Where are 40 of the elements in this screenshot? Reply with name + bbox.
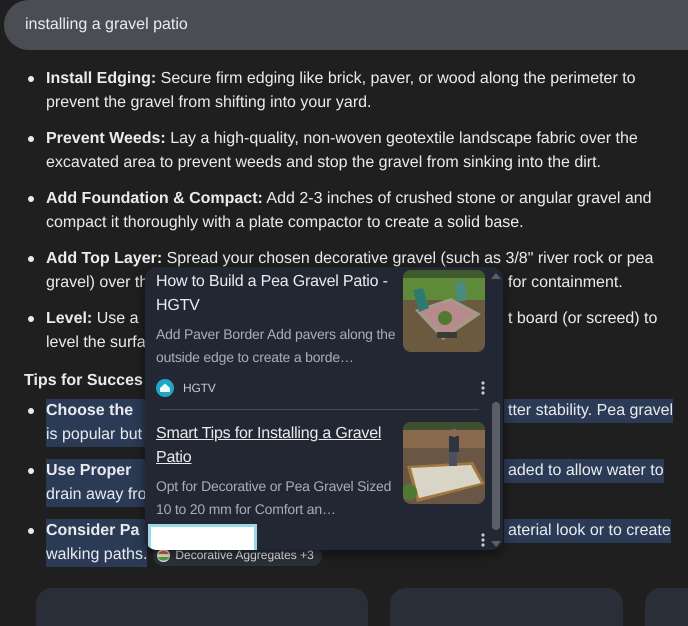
- result-snippet: Add Paver Border Add pavers along the outside edge to create a borde…: [156, 325, 396, 367]
- search-field[interactable]: installing a gravel patio: [4, 0, 688, 50]
- source-name: HGTV: [183, 381, 217, 395]
- bullet-point: [28, 256, 34, 262]
- scroll-up-icon[interactable]: [491, 273, 501, 279]
- scrollbar-thumb[interactable]: [492, 402, 500, 530]
- result-title-link[interactable]: Smart Tips for Installing a Gravel Patio: [156, 422, 397, 470]
- bullet-point: [28, 196, 34, 202]
- list-text: Level: Use a: [46, 309, 140, 329]
- list-text: Use Proper: [46, 459, 145, 483]
- list-text: tter stability. Pea gravel: [504, 399, 674, 423]
- list-text: Consider Pa: [46, 519, 145, 543]
- result-title-link[interactable]: How to Build a Pea Gravel Patio - HGTV: [156, 270, 397, 318]
- list-text: Add Foundation & Compact: Add 2-3 inches of crushed stone or angular gravel and: [46, 189, 652, 209]
- bullet-point: [28, 468, 34, 474]
- bullet-point: [28, 528, 34, 534]
- list-text: aterial look or to create: [504, 519, 671, 543]
- list-text: prevent the gravel from shifting into your yard.: [46, 93, 372, 113]
- list-text: Choose the: [46, 399, 145, 423]
- bullet-point: [28, 136, 34, 142]
- list-text: level the surfa: [46, 333, 145, 353]
- bullet-point: [28, 316, 34, 322]
- list-text: Install Edging: Secure firm edging like brick, paver, or wood along the perimeter to: [46, 69, 636, 89]
- list-text: Prevent Weeds: Lay a high-quality, non-woven geotextile landscape fabric over the: [46, 129, 638, 149]
- list-text: compact it thoroughly with a plate compactor to create a solid base.: [46, 213, 524, 233]
- result-snippet: Opt for Decorative or Pea Gravel Sized 10 to 20 mm for Comfort an…: [156, 477, 392, 519]
- site-logo-icon: [156, 379, 174, 397]
- bullet-point: [28, 408, 34, 414]
- list-text: for containment.: [507, 273, 623, 293]
- bullet-point: [28, 76, 34, 82]
- scroll-down-icon[interactable]: [491, 541, 501, 547]
- list-text: Add Top Layer: Spread your chosen decorative gravel (such as 3/8" river rock or pea: [46, 249, 654, 269]
- list-text: excavated area to prevent weeds and stop the gravel from sinking into the dirt.: [46, 153, 601, 173]
- list-text: walking paths.: [46, 543, 148, 567]
- section-heading: Tips for Succes: [24, 371, 143, 391]
- list-text: aded to allow water to: [504, 459, 664, 483]
- more-options-icon[interactable]: [481, 533, 485, 547]
- list-text: t board (or screed) to: [507, 309, 658, 329]
- more-options-icon[interactable]: [481, 381, 485, 395]
- list-text: is popular but: [46, 423, 145, 447]
